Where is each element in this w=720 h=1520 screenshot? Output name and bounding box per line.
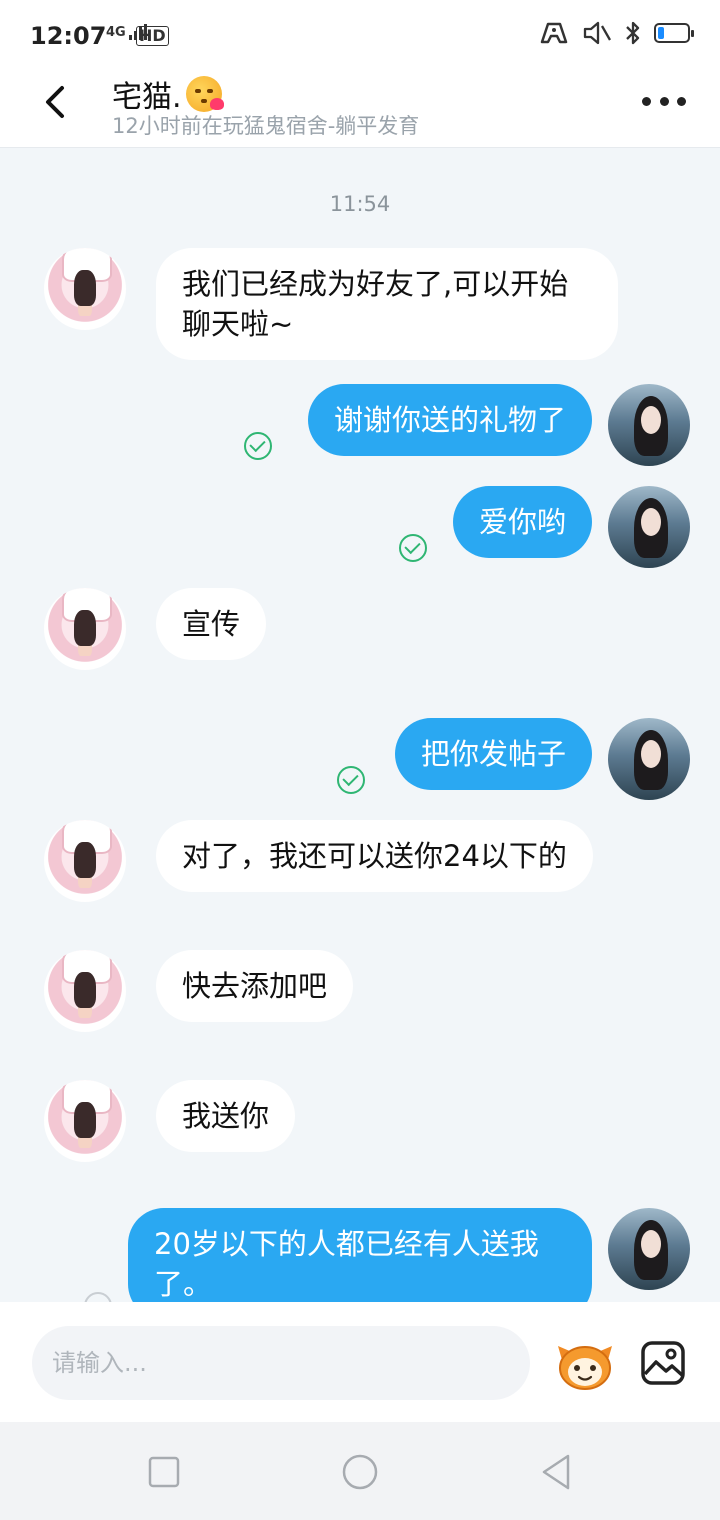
- sending-status-icon: [84, 1292, 112, 1302]
- read-check-icon: [337, 766, 365, 794]
- outgoing-message-bubble[interactable]: 谢谢你送的礼物了: [307, 384, 592, 456]
- input-bar: [0, 1302, 720, 1422]
- user-avatar[interactable]: [608, 384, 690, 466]
- game-mode-icon: [540, 22, 568, 44]
- user-avatar[interactable]: [608, 486, 690, 568]
- contact-avatar[interactable]: [44, 950, 126, 1032]
- recent-apps-icon[interactable]: [144, 1452, 184, 1492]
- sticker-mascot-icon[interactable]: [556, 1338, 614, 1392]
- system-nav-bar: [0, 1422, 720, 1520]
- outgoing-message-bubble[interactable]: 20岁以下的人都已经有人送我了。: [128, 1208, 592, 1302]
- contact-status: 12小时前在玩猛鬼宿舍-躺平发育: [112, 114, 420, 138]
- network-type: 4G: [106, 25, 126, 40]
- chat-header: 宅猫. 12小时前在玩猛鬼宿舍-躺平发育: [0, 60, 720, 148]
- incoming-message-bubble[interactable]: 我们已经成为好友了,可以开始聊天啦~: [156, 248, 618, 360]
- back-triangle-icon[interactable]: [536, 1452, 576, 1492]
- user-avatar[interactable]: [608, 718, 690, 800]
- back-arrow-icon[interactable]: [34, 80, 78, 124]
- outgoing-message-bubble[interactable]: 爱你哟: [452, 486, 592, 558]
- incoming-message-bubble[interactable]: 对了，我还可以送你24以下的: [156, 820, 593, 892]
- contact-avatar[interactable]: [44, 820, 126, 902]
- message-list[interactable]: 11:54 我们已经成为好友了,可以开始聊天啦~ 谢谢你送的礼物了 爱你哟 宣传…: [0, 148, 720, 1302]
- contact-avatar[interactable]: [44, 1080, 126, 1162]
- incoming-message-bubble[interactable]: 快去添加吧: [156, 950, 354, 1022]
- mute-icon: [583, 21, 611, 45]
- message-input[interactable]: [32, 1326, 530, 1400]
- hd-badge: HD: [136, 26, 169, 46]
- outgoing-message-bubble[interactable]: 把你发帖子: [394, 718, 592, 790]
- incoming-message-bubble[interactable]: 宣传: [156, 588, 267, 660]
- status-icons: [538, 20, 694, 46]
- incoming-message-bubble[interactable]: 我送你: [156, 1080, 296, 1152]
- bluetooth-icon: [626, 21, 640, 45]
- more-dots-icon[interactable]: [642, 86, 686, 116]
- read-check-icon: [399, 534, 427, 562]
- image-picker-icon[interactable]: [640, 1340, 686, 1386]
- contact-avatar[interactable]: [44, 248, 126, 330]
- home-icon[interactable]: [340, 1452, 380, 1492]
- battery-icon: [654, 23, 694, 43]
- read-check-icon: [244, 432, 272, 460]
- kiss-face-emoji: [185, 76, 224, 112]
- user-avatar[interactable]: [608, 1208, 690, 1290]
- contact-avatar[interactable]: [44, 588, 126, 670]
- time-divider: 11:54: [329, 192, 391, 216]
- status-time: 12:07: [30, 22, 107, 50]
